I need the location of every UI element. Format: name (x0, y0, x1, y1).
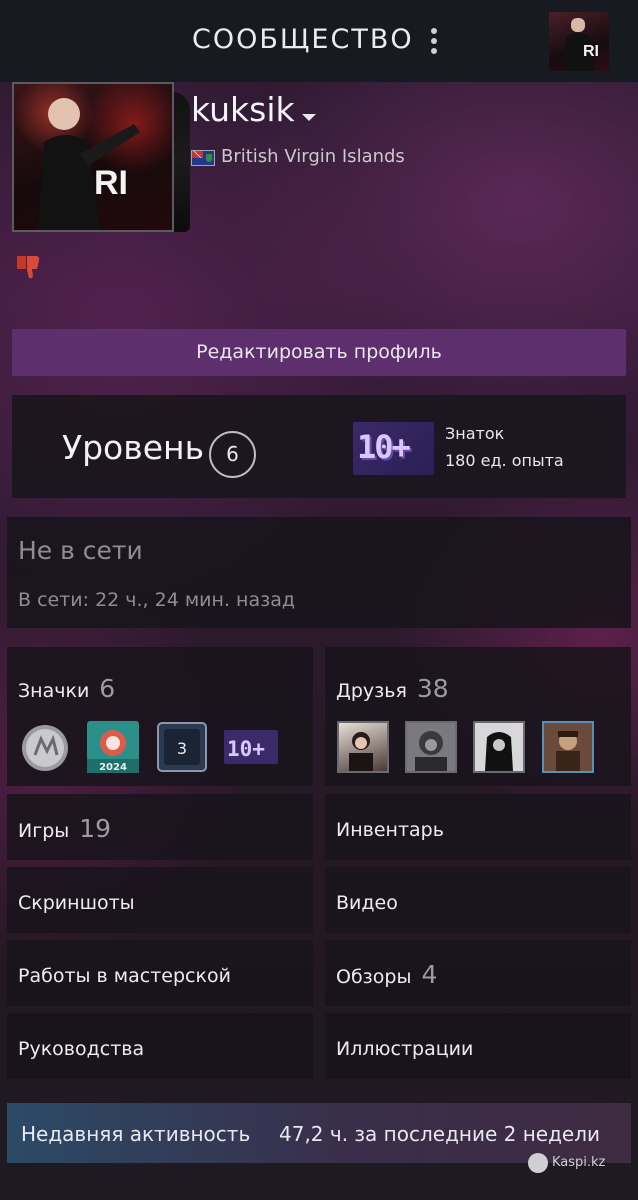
badges-label-text: Значки (18, 680, 90, 702)
badges-label: Значки 6 (18, 674, 115, 703)
badge-title: Знаток (445, 424, 505, 443)
level-value: 6 (209, 431, 256, 478)
coin-badge-icon[interactable] (19, 721, 71, 773)
kebab-menu-icon[interactable] (428, 28, 440, 56)
status-title: Не в сети (18, 536, 143, 565)
chevron-down-icon[interactable] (302, 114, 316, 121)
british-virgin-islands-flag-icon (191, 150, 215, 166)
level-panel: Уровень 6 10+ Знаток 180 ед. опыта (12, 395, 626, 498)
level-badge-text: 10+ (357, 428, 411, 466)
games-label: Игры 19 (18, 814, 111, 843)
recent-activity-value: 47,2 ч. за последние 2 недели (279, 1122, 601, 1146)
friend-avatar[interactable] (405, 721, 457, 773)
level-10-badge-icon[interactable]: 10+ (224, 721, 278, 773)
top-bar: СООБЩЕСТВО RI (0, 0, 638, 82)
reviews-tile[interactable]: Обзоры 4 (325, 940, 631, 1006)
friend-avatar[interactable] (337, 721, 389, 773)
svg-text:RI: RI (94, 164, 128, 202)
screenshots-label: Скриншоты (18, 892, 135, 914)
years-of-service-badge-icon[interactable]: 3 (156, 721, 208, 773)
level-label: Уровень (62, 428, 205, 467)
level-badge-icon[interactable]: 10+ (353, 422, 434, 475)
friend-avatar-online[interactable] (542, 721, 594, 773)
videos-tile[interactable]: Видео (325, 867, 631, 933)
guides-label: Руководства (18, 1038, 145, 1060)
last-online: В сети: 22 ч., 24 мин. назад (18, 589, 295, 611)
profile-avatar-frame: RI (12, 82, 190, 234)
workshop-label: Работы в мастерской (18, 965, 231, 987)
badges-count: 6 (99, 674, 116, 703)
profile-avatar[interactable]: RI (12, 82, 174, 232)
videos-label: Видео (336, 892, 398, 914)
guides-tile[interactable]: Руководства (7, 1013, 313, 1079)
artwork-label: Иллюстрации (336, 1038, 474, 1060)
friends-label-text: Друзья (336, 680, 407, 702)
inventory-tile[interactable]: Инвентарь (325, 794, 631, 860)
inventory-label: Инвентарь (336, 819, 444, 841)
thumbs-down-icon (13, 252, 43, 282)
kaspi-logo-icon (528, 1153, 548, 1173)
svg-text:10+: 10+ (227, 737, 265, 761)
games-count: 19 (79, 814, 112, 843)
games-tile[interactable]: Игры 19 (7, 794, 313, 860)
svg-text:3: 3 (177, 739, 187, 758)
profile-country: British Virgin Islands (221, 146, 405, 167)
screenshots-tile[interactable]: Скриншоты (7, 867, 313, 933)
svg-text:RI: RI (583, 43, 599, 60)
friend-avatar[interactable] (473, 721, 525, 773)
friends-label: Друзья 38 (336, 674, 449, 703)
user-avatar[interactable]: RI (549, 12, 609, 71)
artwork-tile[interactable]: Иллюстрации (325, 1013, 631, 1079)
status-panel: Не в сети В сети: 22 ч., 24 мин. назад (7, 517, 631, 628)
xp-value: 180 ед. опыта (445, 451, 564, 470)
recent-activity-label: Недавняя активность (21, 1122, 251, 1146)
page-title: СООБЩЕСТВО (192, 24, 414, 55)
edit-profile-button[interactable]: Редактировать профиль (12, 329, 626, 376)
reviews-label: Обзоры 4 (336, 960, 437, 989)
workshop-tile[interactable]: Работы в мастерской (7, 940, 313, 1006)
profile-username[interactable]: kuksik (191, 90, 295, 129)
watermark-text: Kaspi.kz (552, 1155, 606, 1170)
reviews-label-text: Обзоры (336, 966, 412, 988)
steam-2024-badge-icon[interactable]: 2024 (87, 721, 139, 773)
reviews-count: 4 (421, 960, 438, 989)
games-label-text: Игры (18, 820, 70, 842)
friends-count: 38 (416, 674, 449, 703)
svg-text:2024: 2024 (99, 762, 127, 773)
